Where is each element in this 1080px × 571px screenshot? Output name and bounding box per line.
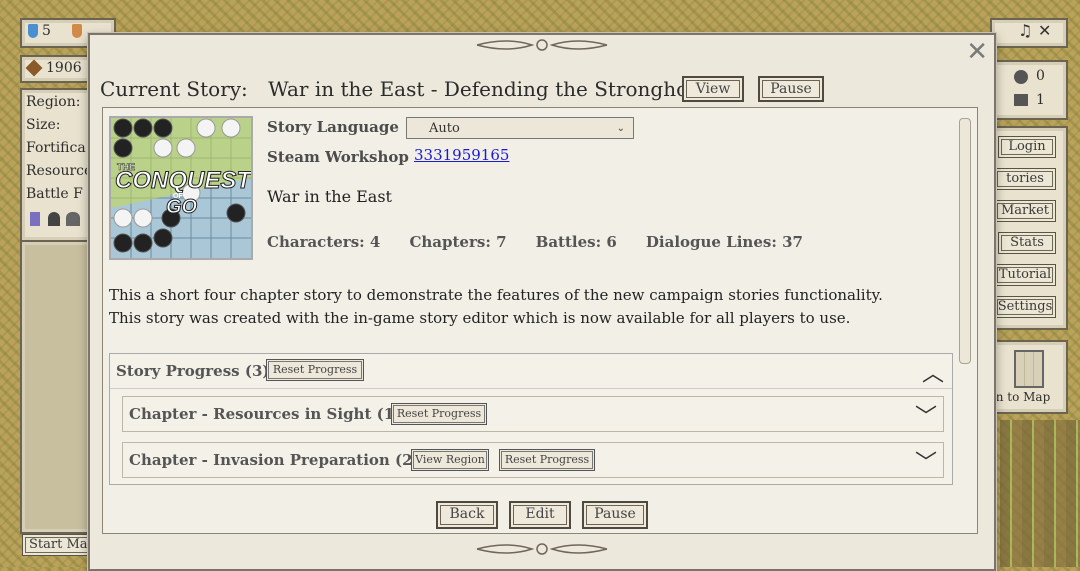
right-menu-panel: Login tories Market Stats Tutorial Setti…	[990, 126, 1068, 330]
chapter-item[interactable]: Chapter - Invasion Preparation (2) View …	[122, 442, 944, 478]
reset-story-progress-button[interactable]: Reset Progress	[266, 359, 364, 381]
story-description: This a short four chapter story to demon…	[109, 284, 949, 330]
coin-count: 0	[1036, 68, 1045, 84]
region-label: Region:	[26, 94, 81, 110]
year-value: 1906	[46, 60, 82, 76]
return-to-map-label: rn to Map	[990, 390, 1051, 404]
steam-workshop-link[interactable]: 3331959165	[414, 146, 509, 164]
battles-stat: Battles: 6	[535, 233, 617, 251]
battle-label: Battle F	[26, 186, 83, 202]
chevron-down-icon[interactable]: ﹀	[915, 445, 937, 477]
chevron-down-icon: ⌄	[616, 123, 625, 134]
size-label: Size:	[26, 117, 61, 133]
pause-top-button[interactable]: Pause	[758, 76, 824, 102]
description-line: This story was created with the in-game …	[109, 309, 851, 327]
tutorial-button[interactable]: Tutorial	[994, 264, 1056, 286]
coin-icon	[1014, 70, 1028, 84]
close-icon[interactable]: ✕	[966, 37, 988, 67]
year-display: 1906	[20, 55, 92, 83]
scrollbar[interactable]	[959, 118, 971, 364]
chapter-title: Chapter - Invasion Preparation (2)	[129, 451, 420, 469]
bottom-ornament	[472, 541, 612, 557]
edit-button[interactable]: Edit	[509, 501, 571, 529]
top-ornament	[472, 37, 612, 53]
current-story-label: Current Story:	[100, 77, 248, 101]
story-title: War in the East - Defending the Strongho…	[268, 77, 708, 101]
view-region-button[interactable]: View Region	[411, 449, 489, 471]
story-stats: Characters: 4 Chapters: 7 Battles: 6 Dia…	[267, 232, 827, 251]
stories-button[interactable]: tories	[994, 168, 1056, 190]
dialogue-lines-stat: Dialogue Lines: 37	[645, 233, 803, 251]
return-to-map-panel[interactable]: rn to Map	[990, 340, 1068, 414]
story-language-label: Story Language	[267, 118, 399, 136]
top-right-toolbar: ♫ ✕	[990, 18, 1068, 48]
pause-button[interactable]: Pause	[582, 501, 648, 529]
fortification-label: Fortifica	[26, 140, 86, 156]
chapters-stat: Chapters: 7	[409, 233, 507, 251]
login-button[interactable]: Login	[998, 136, 1056, 158]
campaign-name: War in the East	[267, 187, 392, 206]
reset-chapter-progress-button[interactable]: Reset Progress	[391, 403, 487, 425]
chapter-title: Chapter - Resources in Sight (1)	[129, 405, 402, 423]
story-cover-image: THE CONQUEST OF GO	[109, 116, 253, 260]
back-button[interactable]: Back	[436, 501, 498, 529]
scroll-icon	[25, 59, 43, 77]
mute-icon[interactable]: ✕	[1038, 21, 1051, 40]
story-language-select[interactable]: Auto ⌄	[406, 117, 634, 139]
map-buildings-area	[1000, 420, 1080, 567]
music-icon[interactable]: ♫	[1018, 21, 1032, 40]
settings-button[interactable]: Settings	[994, 296, 1056, 318]
story-progress-title: Story Progress (3)	[116, 362, 270, 380]
characters-stat: Characters: 4	[267, 233, 381, 251]
chest-icon	[1014, 94, 1028, 106]
banner-icon	[30, 212, 40, 226]
story-details-panel: THE CONQUEST OF GO Story Language Auto ⌄…	[102, 107, 978, 534]
market-button[interactable]: Market	[994, 200, 1056, 222]
chevron-down-icon[interactable]: ﹀	[915, 399, 937, 431]
stats-button[interactable]: Stats	[998, 232, 1056, 254]
description-line: This a short four chapter story to demon…	[109, 286, 883, 304]
person-icon	[48, 212, 60, 226]
chevron-up-icon[interactable]: ︿	[922, 356, 944, 388]
group-icon	[66, 212, 80, 226]
shield-orange-icon	[72, 24, 82, 38]
story-language-value: Auto	[429, 121, 460, 136]
right-counter-panel: 0 1	[990, 60, 1068, 120]
shield-blue-icon	[28, 24, 38, 38]
reset-chapter-progress-button[interactable]: Reset Progress	[499, 449, 595, 471]
cover-title-go: GO	[166, 196, 198, 218]
chapter-item[interactable]: Chapter - Resources in Sight (1) Reset P…	[122, 396, 944, 432]
current-story-dialog: ✕ Current Story: War in the East - Defen…	[88, 33, 996, 571]
left-sidebar-panel	[20, 240, 94, 534]
story-title-row: Current Story: War in the East - Defendi…	[100, 77, 707, 105]
steam-workshop-label: Steam Workshop	[267, 148, 409, 166]
story-progress-section: Story Progress (3) Reset Progress ︿ Chap…	[109, 353, 953, 485]
cover-title-conquest: CONQUEST	[115, 167, 251, 194]
resource-label: Resource	[26, 163, 93, 179]
story-progress-header[interactable]: Story Progress (3) Reset Progress ︿	[110, 354, 952, 389]
view-button[interactable]: View	[682, 76, 744, 102]
chest-count: 1	[1036, 92, 1045, 108]
counter-value: 5	[42, 23, 51, 39]
map-icon	[1014, 350, 1044, 388]
region-info-panel: Region: Size: Fortifica Resource Battle …	[20, 88, 94, 242]
